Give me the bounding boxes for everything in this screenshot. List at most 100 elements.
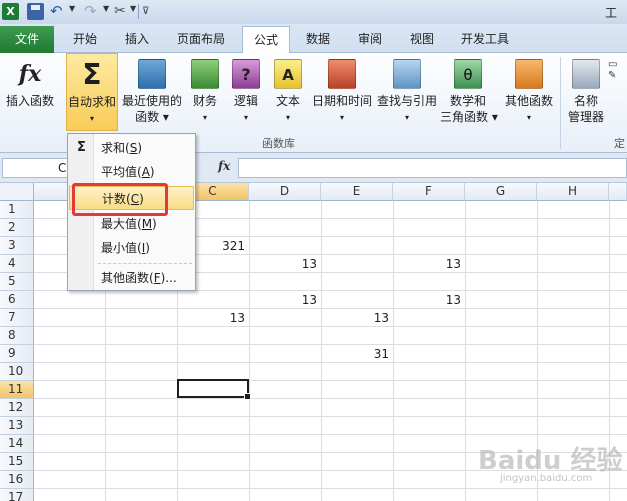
redo-icon[interactable]: ↷ [84, 3, 101, 20]
defined-names-group-label: 定 [614, 137, 625, 150]
row-header-5[interactable]: 5 [0, 273, 34, 291]
cell-e9[interactable]: 31 [321, 345, 393, 363]
menu-item-max-end: ) [152, 217, 157, 231]
menu-item-average-end: ) [149, 165, 155, 179]
tools-dropdown-icon[interactable]: ▼ [130, 4, 136, 13]
grid-line [34, 380, 627, 381]
baidu-watermark: Baidu 经验 [478, 446, 623, 476]
customize-toolbar-icon[interactable]: ⊽ [142, 3, 159, 20]
row-header-6[interactable]: 6 [0, 291, 34, 309]
row-header-7[interactable]: 7 [0, 309, 34, 327]
grid-line [465, 201, 466, 501]
math-trig-label: 数学和 [449, 94, 486, 108]
financial-button[interactable]: 财务 ▾ [188, 53, 222, 131]
excel-logo-icon: X [2, 3, 19, 20]
tab-insert[interactable]: 插入 [114, 26, 160, 53]
cell-c7[interactable]: 13 [177, 309, 249, 327]
cell-f4[interactable]: 13 [393, 255, 465, 273]
recently-used-label-2: 函数 ▾ [135, 110, 169, 124]
row-header-11[interactable]: 11 [0, 381, 34, 399]
autosum-button[interactable]: Σ 自动求和 ▾ [66, 53, 118, 131]
row-header-13[interactable]: 13 [0, 417, 34, 435]
highlight-callout-box [72, 183, 168, 216]
recently-used-label: 最近使用的 [121, 94, 182, 108]
math-trig-label-2: 三角函数 ▾ [440, 110, 498, 124]
select-all-corner[interactable] [0, 183, 34, 201]
tab-data[interactable]: 数据 [296, 26, 340, 53]
name-manager-button[interactable]: 名称 管理器 [564, 53, 608, 131]
text-button[interactable]: A 文本 ▾ [271, 53, 305, 131]
toolbar-divider [138, 4, 139, 19]
insert-function-button[interactable]: fx 插入函数 [2, 53, 58, 131]
row-header-8[interactable]: 8 [0, 327, 34, 345]
tab-view[interactable]: 视图 [400, 26, 444, 53]
menu-separator [98, 263, 192, 264]
chevron-down-icon: ▾ [202, 113, 207, 122]
menu-item-max-label: 最大值( [101, 217, 142, 231]
menu-item-average[interactable]: 平均值(A) [69, 160, 194, 184]
grid-line [393, 201, 394, 501]
name-box[interactable]: C [2, 158, 68, 178]
redo-dropdown-icon[interactable]: ▼ [103, 4, 109, 13]
tab-review[interactable]: 审阅 [348, 26, 392, 53]
chevron-down-icon: ▾ [526, 113, 531, 122]
column-header-f[interactable]: F [393, 183, 465, 201]
star-book-icon [138, 59, 166, 89]
autosum-label: 自动求和 [67, 95, 116, 109]
tab-page-layout[interactable]: 页面布局 [168, 26, 234, 53]
column-header-g[interactable]: G [465, 183, 537, 201]
text-label: 文本 [275, 94, 300, 108]
cell-d6[interactable]: 13 [249, 291, 321, 309]
row-header-1[interactable]: 1 [0, 201, 34, 219]
name-manager-label-2: 管理器 [567, 110, 604, 124]
menu-item-min[interactable]: 最小值(I) [69, 236, 194, 260]
tab-formulas[interactable]: 公式 [242, 26, 290, 54]
menu-item-more-functions[interactable]: 其他函数(F)... [69, 266, 194, 290]
name-tags-icon [572, 59, 600, 89]
save-icon[interactable] [27, 3, 44, 20]
define-name-icon[interactable]: ▭ ✎ [608, 59, 627, 81]
logical-label: 逻辑 [233, 94, 258, 108]
math-trig-button[interactable]: θ 数学和 三角函数 ▾ [440, 53, 498, 131]
tab-home[interactable]: 开始 [62, 26, 108, 53]
menu-item-max-key: M [141, 217, 153, 231]
row-header-10[interactable]: 10 [0, 363, 34, 381]
active-cell-c11[interactable] [177, 379, 251, 400]
menu-item-min-end: ) [145, 241, 150, 255]
column-header-h[interactable]: H [537, 183, 609, 201]
chevron-down-icon: ▾ [89, 114, 94, 123]
row-header-17[interactable]: 17 [0, 489, 34, 501]
row-header-4[interactable]: 4 [0, 255, 34, 273]
menu-item-sum[interactable]: Σ 求和(S) [69, 136, 194, 160]
cell-f6[interactable]: 13 [393, 291, 465, 309]
cell-e7[interactable]: 13 [321, 309, 393, 327]
date-time-button[interactable]: 日期和时间 ▾ [310, 53, 374, 131]
row-header-3[interactable]: 3 [0, 237, 34, 255]
row-header-16[interactable]: 16 [0, 471, 34, 489]
undo-dropdown-icon[interactable]: ▼ [69, 4, 75, 13]
row-header-9[interactable]: 9 [0, 345, 34, 363]
financial-label: 财务 [192, 94, 217, 108]
function-icon: fx [18, 61, 42, 87]
column-header-i[interactable] [609, 183, 627, 201]
tools-icon[interactable]: ✂ [114, 3, 131, 20]
undo-icon[interactable]: ↶ [50, 3, 67, 20]
tab-developer[interactable]: 开发工具 [452, 26, 518, 53]
formula-input[interactable] [238, 158, 627, 178]
row-header-14[interactable]: 14 [0, 435, 34, 453]
insert-function-icon[interactable]: fx [218, 159, 230, 173]
row-header-15[interactable]: 15 [0, 453, 34, 471]
group-divider [560, 57, 561, 149]
recently-used-button[interactable]: 最近使用的 函数 ▾ [121, 53, 183, 131]
more-functions-button[interactable]: 其他函数 ▾ [502, 53, 556, 131]
column-header-d[interactable]: D [249, 183, 321, 201]
tab-file[interactable]: 文件 [0, 26, 54, 53]
logical-button[interactable]: ? 逻辑 ▾ [229, 53, 263, 131]
menu-item-more-functions-end: )... [160, 271, 177, 285]
lookup-reference-button[interactable]: 查找与引用 ▾ [376, 53, 438, 131]
row-header-12[interactable]: 12 [0, 399, 34, 417]
insert-function-label: 插入函数 [5, 94, 54, 108]
row-header-2[interactable]: 2 [0, 219, 34, 237]
cell-d4[interactable]: 13 [249, 255, 321, 273]
column-header-e[interactable]: E [321, 183, 393, 201]
